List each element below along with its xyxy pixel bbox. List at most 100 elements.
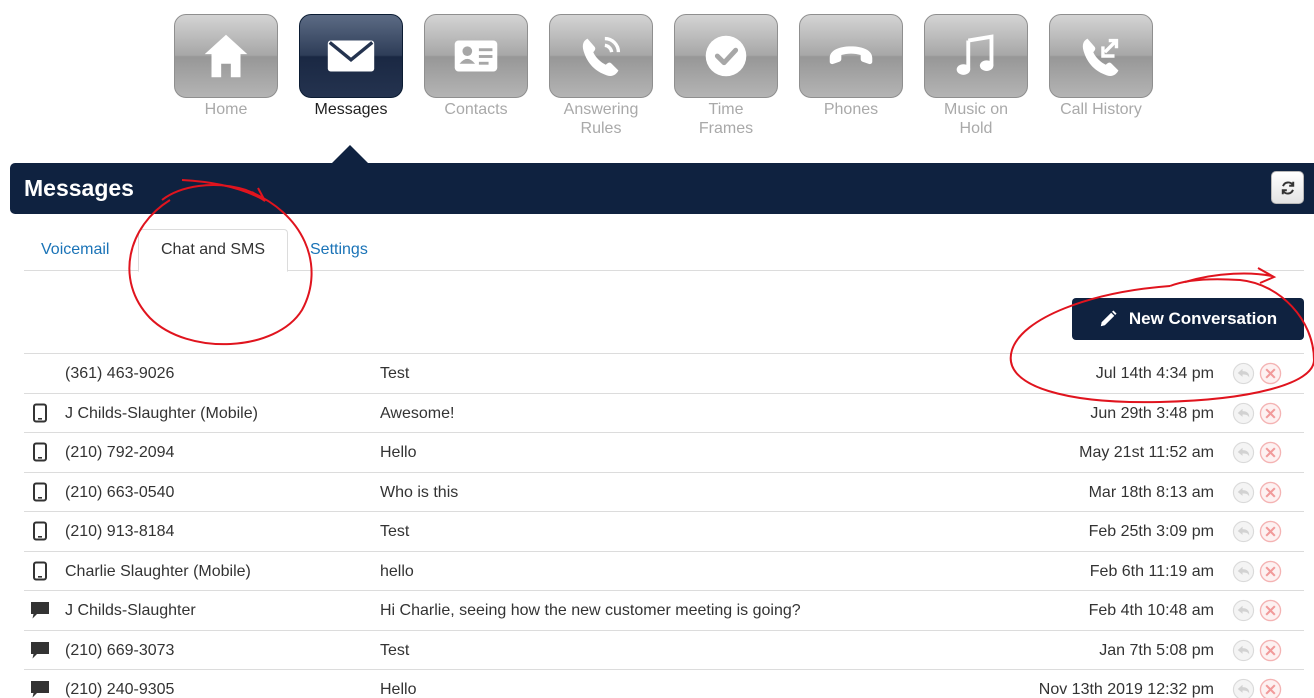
tab-voicemail[interactable]: Voicemail — [41, 229, 109, 271]
conversation-contact: J Childs-Slaughter (Mobile) — [65, 404, 258, 422]
conversation-row[interactable]: J Childs-Slaughter (Mobile) Awesome! Jun 2… — [24, 394, 1304, 433]
music-note-icon — [956, 34, 994, 75]
nav-call-history-label: Call History — [1060, 101, 1142, 118]
envelope-icon — [327, 40, 375, 72]
reply-icon[interactable] — [1232, 402, 1255, 425]
tab-chat-and-sms[interactable]: Chat and SMS — [138, 229, 288, 272]
clock-icon — [705, 35, 747, 77]
reply-icon[interactable] — [1232, 678, 1255, 698]
conversation-row[interactable]: (210) 240-9305 Hello Nov 13th 2019 12:32 p… — [24, 670, 1304, 698]
chat-bubble-icon — [31, 681, 49, 698]
nav-time-frames-tile[interactable] — [674, 14, 778, 98]
tab-settings[interactable]: Settings — [310, 229, 368, 271]
nav-home[interactable]: Home — [174, 14, 278, 138]
nav-time-frames-label: Time Frames — [698, 101, 754, 137]
refresh-icon — [1281, 180, 1294, 195]
conversation-timestamp: Feb 25th 3:09 pm — [1088, 523, 1214, 540]
nav-contacts-tile[interactable] — [424, 14, 528, 98]
delete-icon[interactable] — [1259, 402, 1282, 425]
contact-card-icon — [454, 40, 498, 72]
reply-icon[interactable] — [1232, 599, 1255, 622]
reply-icon[interactable] — [1232, 520, 1255, 543]
conversation-contact: (210) 913-8184 — [65, 523, 175, 540]
chat-bubble-icon — [31, 641, 49, 658]
nav-phones-label: Phones — [823, 101, 879, 118]
nav-phones[interactable]: Phones — [799, 14, 903, 138]
conversation-timestamp: Feb 6th 11:19 am — [1089, 562, 1214, 580]
conversation-row[interactable]: (210) 669-3073 Test Jan 7th 5:08 pm — [24, 631, 1304, 670]
nav-music-on-hold[interactable]: Music on Hold — [924, 14, 1028, 138]
new-conversation-label: New Conversation — [1128, 309, 1278, 328]
conversation-row[interactable]: (361) 463-9026 Test Jul 14th 4:34 pm — [24, 354, 1304, 394]
conversation-contact: (210) 663-0540 — [65, 483, 175, 501]
conversation-row[interactable]: (210) 913-8184 Test Feb 25th 3:09 pm — [24, 512, 1304, 552]
page-header: Messages — [10, 163, 1314, 214]
app-navigation: Home Messages Contacts Answering Rules T… — [174, 14, 1174, 138]
conversation-contact: Charlie Slaughter (Mobile) — [65, 562, 251, 580]
nav-home-tile[interactable] — [174, 14, 278, 98]
nav-answering-rules-tile[interactable] — [549, 14, 653, 98]
conversation-row[interactable]: (210) 792-2094 Hello May 21st 11:52 am — [24, 433, 1304, 473]
new-conversation-button[interactable]: New Conversation — [1072, 298, 1304, 340]
conversation-row[interactable]: (210) 663-0540 Who is this Mar 18th 8:13 a… — [24, 473, 1304, 512]
reply-icon[interactable] — [1232, 441, 1255, 464]
conversation-contact: J Childs-Slaughter — [65, 602, 196, 619]
mobile-phone-icon — [33, 442, 47, 462]
delete-icon[interactable] — [1259, 560, 1282, 583]
conversation-preview: Awesome! — [380, 404, 455, 422]
messages-tabs: Voicemail Chat and SMS Settings — [24, 229, 1304, 272]
delete-icon[interactable] — [1259, 362, 1282, 385]
reply-icon[interactable] — [1232, 560, 1255, 583]
conversation-preview: Hi Charlie, seeing how the new customer … — [380, 602, 801, 619]
conversation-timestamp: Feb 4th 10:48 am — [1088, 602, 1214, 619]
conversation-preview: Hello — [380, 681, 417, 698]
reply-icon[interactable] — [1232, 481, 1255, 504]
nav-messages-tile[interactable] — [299, 14, 403, 98]
conversation-contact: (361) 463-9026 — [65, 365, 175, 382]
nav-call-history-tile[interactable] — [1049, 14, 1153, 98]
conversation-timestamp: Nov 13th 2019 12:32 pm — [1038, 681, 1214, 698]
conversation-row[interactable]: Charlie Slaughter (Mobile) hello Feb 6th 1… — [24, 552, 1304, 591]
conversation-preview: Test — [380, 365, 410, 382]
mobile-phone-icon — [33, 561, 47, 580]
nav-music-on-hold-label: Music on Hold — [943, 101, 1009, 137]
nav-phones-tile[interactable] — [799, 14, 903, 98]
nav-home-label: Home — [204, 101, 248, 118]
mobile-phone-icon — [33, 403, 47, 422]
conversation-preview: hello — [380, 562, 414, 580]
conversation-preview: Test — [380, 523, 410, 540]
phone-ringing-icon — [582, 36, 621, 76]
delete-icon[interactable] — [1259, 599, 1282, 622]
conversation-contact: (210) 669-3073 — [65, 641, 175, 659]
conversation-row[interactable]: J Childs-Slaughter Hi Charlie, seeing how… — [24, 591, 1304, 631]
reply-icon[interactable] — [1232, 362, 1255, 385]
conversation-timestamp: Mar 18th 8:13 am — [1088, 483, 1214, 501]
conversation-list: (361) 463-9026 Test Jul 14th 4:34 pm J Chil… — [24, 353, 1304, 698]
conversation-preview: Test — [380, 641, 410, 659]
delete-icon[interactable] — [1259, 441, 1282, 464]
refresh-button[interactable] — [1271, 171, 1304, 204]
nav-call-history[interactable]: Call History — [1049, 14, 1153, 138]
nav-time-frames[interactable]: Time Frames — [674, 14, 778, 138]
mobile-phone-icon — [33, 482, 47, 501]
nav-messages-label: Messages — [314, 101, 388, 118]
nav-contacts-label: Contacts — [444, 101, 508, 118]
page-title: Messages — [24, 175, 134, 201]
conversation-timestamp: Jan 7th 5:08 pm — [1099, 641, 1214, 659]
phone-handset-icon — [829, 46, 873, 65]
conversation-preview: Who is this — [380, 483, 459, 501]
mobile-phone-icon — [33, 521, 47, 541]
call-history-icon — [1082, 38, 1119, 76]
conversation-contact: (210) 792-2094 — [65, 444, 175, 461]
delete-icon[interactable] — [1259, 639, 1282, 662]
delete-icon[interactable] — [1259, 481, 1282, 504]
nav-contacts[interactable]: Contacts — [424, 14, 528, 138]
delete-icon[interactable] — [1259, 520, 1282, 543]
chat-bubble-icon — [31, 602, 49, 619]
nav-messages[interactable]: Messages — [299, 14, 403, 138]
delete-icon[interactable] — [1259, 678, 1282, 698]
home-icon — [204, 34, 248, 78]
nav-music-on-hold-tile[interactable] — [924, 14, 1028, 98]
reply-icon[interactable] — [1232, 639, 1255, 662]
nav-answering-rules[interactable]: Answering Rules — [549, 14, 653, 138]
